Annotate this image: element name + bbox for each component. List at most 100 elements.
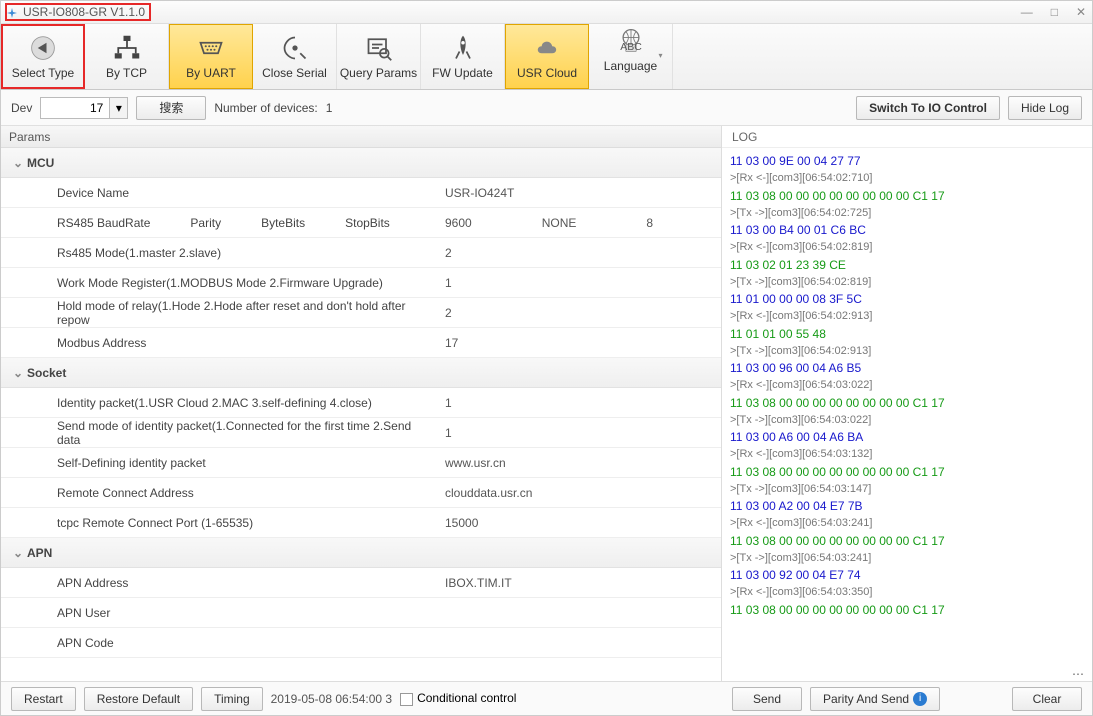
row-apn-addr[interactable]: APN Address IBOX.TIM.IT xyxy=(1,568,721,598)
globe-icon: ABC xyxy=(617,27,645,55)
log-line: 11 03 02 01 23 39 CE xyxy=(730,256,1084,274)
titlebar: USR-IO808-GR V1.1.0 — □ ✕ xyxy=(1,1,1092,24)
select-type-button[interactable]: Select Type xyxy=(1,24,85,89)
by-tcp-button[interactable]: By TCP xyxy=(85,24,169,89)
usr-cloud-label: USR Cloud xyxy=(517,66,577,80)
dev-dropdown[interactable]: ▾ xyxy=(110,97,128,119)
plabel: tcpc Remote Connect Port (1-65535) xyxy=(57,516,253,530)
log-line: >[Rx <-][com3][06:54:03:350] xyxy=(730,584,1084,601)
close-serial-icon xyxy=(281,34,309,62)
num-devices-label: Number of devices: xyxy=(214,101,317,115)
dev-label: Dev xyxy=(11,101,32,115)
clear-button[interactable]: Clear xyxy=(1012,687,1082,711)
chevron-down-icon: ▾ xyxy=(658,51,662,60)
section-socket[interactable]: ⌄Socket xyxy=(1,358,721,388)
by-tcp-label: By TCP xyxy=(106,66,147,80)
pval: clouddata.usr.cn xyxy=(445,486,532,500)
log-line: >[Tx ->][com3][06:54:03:147] xyxy=(730,481,1084,498)
language-button[interactable]: ABC Language ▾ xyxy=(589,24,673,89)
log-line: 11 03 00 B4 00 01 C6 BC xyxy=(730,221,1084,239)
plabel: StopBits xyxy=(345,216,390,230)
plabel: APN Address xyxy=(57,576,128,590)
window-title: USR-IO808-GR V1.1.0 xyxy=(5,3,151,21)
pval: 1 xyxy=(445,276,452,290)
pval: 2 xyxy=(445,306,452,320)
plabel: APN Code xyxy=(57,636,114,650)
plabel: Device Name xyxy=(57,186,129,200)
svg-text:ABC: ABC xyxy=(620,41,642,53)
close-serial-button[interactable]: Close Serial xyxy=(253,24,337,89)
pval: www.usr.cn xyxy=(445,456,506,470)
plabel: ByteBits xyxy=(261,216,305,230)
row-holdmode[interactable]: Hold mode of relay(1.Hode 2.Hode after r… xyxy=(1,298,721,328)
log-line: 11 03 00 96 00 04 A6 B5 xyxy=(730,359,1084,377)
info-icon: i xyxy=(913,692,927,706)
footer-right: Send Parity And Sendi Clear xyxy=(722,681,1092,715)
rocket-icon xyxy=(449,34,477,62)
switch-io-button[interactable]: Switch To IO Control xyxy=(856,96,1000,120)
log-line: 11 03 00 9E 00 04 27 77 xyxy=(730,152,1084,170)
close-button[interactable]: ✕ xyxy=(1076,5,1086,19)
footer-left: Restart Restore Default Timing 2019-05-0… xyxy=(1,681,724,715)
hide-log-button[interactable]: Hide Log xyxy=(1008,96,1082,120)
row-identity[interactable]: Identity packet(1.USR Cloud 2.MAC 3.self… xyxy=(1,388,721,418)
timing-button[interactable]: Timing xyxy=(201,687,263,711)
by-uart-button[interactable]: By UART xyxy=(169,24,253,89)
row-apn-code[interactable]: APN Code xyxy=(1,628,721,658)
plabel: Hold mode of relay(1.Hode 2.Hode after r… xyxy=(57,299,437,327)
log-line: 11 01 00 00 00 08 3F 5C xyxy=(730,290,1084,308)
log-line: >[Tx ->][com3][06:54:03:022] xyxy=(730,412,1084,429)
params-header: Params xyxy=(1,126,721,148)
maximize-button[interactable]: □ xyxy=(1051,5,1058,19)
section-apn-label: APN xyxy=(27,546,52,560)
search-button[interactable]: 搜索 xyxy=(136,96,206,120)
log-header: LOG xyxy=(722,126,1092,148)
minimize-button[interactable]: — xyxy=(1021,5,1033,19)
section-mcu-label: MCU xyxy=(27,156,54,170)
usr-cloud-button[interactable]: USR Cloud xyxy=(505,24,589,89)
parity-send-button[interactable]: Parity And Sendi xyxy=(810,687,940,711)
query-params-button[interactable]: Query Params xyxy=(337,24,421,89)
dev-input[interactable] xyxy=(40,97,110,119)
section-mcu[interactable]: ⌄MCU xyxy=(1,148,721,178)
params-tree[interactable]: ⌄MCU Device NameUSR-IO424T RS485 BaudRat… xyxy=(1,148,721,683)
device-row: Dev ▾ 搜索 Number of devices: 1 Switch To … xyxy=(1,90,1092,126)
plabel: Send mode of identity packet(1.Connected… xyxy=(57,419,437,447)
plabel: APN User xyxy=(57,606,110,620)
plabel: RS485 BaudRate xyxy=(57,216,150,230)
row-apn-user[interactable]: APN User xyxy=(1,598,721,628)
section-socket-label: Socket xyxy=(27,366,66,380)
pval: 1 xyxy=(445,396,452,410)
row-baud[interactable]: RS485 BaudRateParityByteBitsStopBits 960… xyxy=(1,208,721,238)
conditional-checkbox[interactable]: Conditional control xyxy=(400,691,516,705)
row-port[interactable]: tcpc Remote Connect Port (1-65535)15000 xyxy=(1,508,721,538)
restart-button[interactable]: Restart xyxy=(11,687,76,711)
row-selfdef[interactable]: Self-Defining identity packetwww.usr.cn xyxy=(1,448,721,478)
fw-update-button[interactable]: FW Update xyxy=(421,24,505,89)
log-line: >[Tx ->][com3][06:54:03:241] xyxy=(730,550,1084,567)
row-remote[interactable]: Remote Connect Addressclouddata.usr.cn xyxy=(1,478,721,508)
send-button[interactable]: Send xyxy=(732,687,802,711)
log-line: 11 03 00 A2 00 04 E7 7B xyxy=(730,497,1084,515)
pval: NONE xyxy=(542,216,577,230)
back-arrow-icon xyxy=(29,34,57,62)
pval: 2 xyxy=(445,246,452,260)
query-params-label: Query Params xyxy=(340,66,417,80)
log-line: 11 03 08 00 00 00 00 00 00 00 00 C1 17 xyxy=(730,394,1084,412)
pval: 9600 xyxy=(445,216,472,230)
plabel: Modbus Address xyxy=(57,336,146,350)
row-rs485mode[interactable]: Rs485 Mode(1.master 2.slave)2 xyxy=(1,238,721,268)
section-apn[interactable]: ⌄APN xyxy=(1,538,721,568)
select-type-label: Select Type xyxy=(12,66,74,80)
log-area[interactable]: 11 03 00 9E 00 04 27 77 >[Rx <-][com3][06… xyxy=(722,148,1092,667)
pval: IBOX.TIM.IT xyxy=(445,576,512,590)
row-modbus[interactable]: Modbus Address17 xyxy=(1,328,721,358)
conditional-label: Conditional control xyxy=(417,691,516,705)
cloud-icon xyxy=(533,34,561,62)
restore-button[interactable]: Restore Default xyxy=(84,687,193,711)
row-sendmode[interactable]: Send mode of identity packet(1.Connected… xyxy=(1,418,721,448)
row-workmode[interactable]: Work Mode Register(1.MODBUS Mode 2.Firmw… xyxy=(1,268,721,298)
row-device-name[interactable]: Device NameUSR-IO424T xyxy=(1,178,721,208)
log-line: 11 03 00 92 00 04 E7 74 xyxy=(730,566,1084,584)
network-icon xyxy=(113,34,141,62)
